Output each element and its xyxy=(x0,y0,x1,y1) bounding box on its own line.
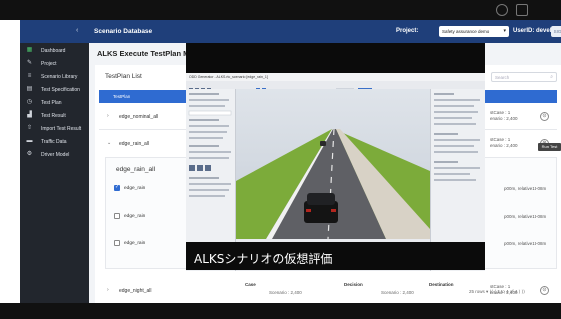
overlay-control-icon[interactable] xyxy=(516,4,528,16)
sidebar-item-label: Test Plan xyxy=(41,100,62,106)
video-caption: ALKSシナリオの仮想評価 xyxy=(194,252,333,266)
testcase-spec: p00m, relative1t-08m xyxy=(504,186,547,191)
sidebar-item-label: Test Specification xyxy=(41,87,80,93)
top-letterbox xyxy=(0,0,561,20)
testcase-checkbox[interactable]: ✓ xyxy=(114,184,120,191)
sidebar-item-test-plan[interactable]: ◷ Test Plan xyxy=(20,97,89,109)
testcase-checkbox[interactable] xyxy=(114,213,120,219)
run-icon[interactable]: ⊙ xyxy=(540,286,549,295)
expand-icon[interactable]: › xyxy=(107,287,109,293)
page-title: ALKS Execute TestPlan Ma xyxy=(97,49,194,58)
search-input[interactable]: Search ⌕ xyxy=(491,72,557,82)
pencil-icon: ✎ xyxy=(26,60,33,66)
dashboard-icon: ▦ xyxy=(26,47,33,53)
search-icon: ⌕ xyxy=(550,74,553,80)
sidebar-item-scenario-library[interactable]: ≡ Scenario Library xyxy=(20,71,89,83)
bar-chart-icon: ▟ xyxy=(27,112,32,118)
testplan-name: edge_night_all xyxy=(119,288,152,294)
sidebar-item-label: Project xyxy=(41,61,57,67)
simulator-title: ODD Generator - ALKS.rtc_scenario [edge_… xyxy=(186,73,485,81)
sidebar-item-label: Driver Model xyxy=(41,152,70,158)
clock-icon: ◷ xyxy=(26,99,33,105)
sign-out-button[interactable]: SIGN OUT xyxy=(551,26,561,37)
check-icon: ✓ xyxy=(115,184,120,190)
sidebar-item-project[interactable]: ✎ Project xyxy=(20,58,89,70)
testcase-spec: p00m, relative1t-08m xyxy=(504,241,547,246)
sidebar-item-label: Scenario Library xyxy=(41,74,78,80)
bottom-letterbox xyxy=(0,303,561,319)
run-test-tooltip: Run Test xyxy=(538,143,561,151)
testcase-label: edge_rain xyxy=(124,186,146,191)
collapse-sidebar-icon[interactable]: ‹ xyxy=(76,27,78,34)
sidebar-item-test-result[interactable]: ▟ Test Result xyxy=(20,110,89,122)
chevron-down-icon: ▾ xyxy=(503,28,506,34)
document-icon: ▤ xyxy=(26,86,33,92)
column-case-value: Scenario : 2,400 xyxy=(269,290,302,295)
road-scene xyxy=(236,89,430,240)
app-title: Scenario Database xyxy=(94,28,153,35)
run-icon[interactable]: ⊙ xyxy=(540,112,549,121)
search-placeholder: Search xyxy=(495,75,510,80)
gear-icon: ⚙ xyxy=(26,151,33,157)
detail-title: edge_rain_all xyxy=(116,166,156,173)
upload-icon: ⇧ xyxy=(26,125,33,131)
sidebar-item-label: Dashboard xyxy=(41,48,66,54)
sidebar-item-import-test-result[interactable]: ⇧ Import Test Result xyxy=(20,123,89,135)
card-title: TestPlan List xyxy=(105,73,142,80)
sidebar-item-label: Test Result xyxy=(41,113,66,119)
column-decision-value: Scenario : 2,400 xyxy=(381,290,414,295)
testcase-label: edge_rain xyxy=(124,214,146,219)
column-decision: Decision xyxy=(344,282,363,287)
screen: { "header": { "title": "Scenario Databas… xyxy=(0,0,561,319)
app-header: ‹ Scenario Database Project: Safety assu… xyxy=(20,20,561,43)
project-label: Project: xyxy=(396,28,419,34)
testcase-summary: stCase : 1 enario : 2,400 xyxy=(490,137,518,148)
sidebar-item-test-specification[interactable]: ▤ Test Specification xyxy=(20,84,89,96)
testcase-summary: stCase : 1 enario : 2,400 xyxy=(490,110,518,121)
simulation-3d-view[interactable] xyxy=(236,89,430,240)
simulator-toolbar xyxy=(186,81,485,92)
overlay-control-icon[interactable] xyxy=(496,4,508,16)
column-case: Case xyxy=(245,282,256,287)
column-destination: Destination xyxy=(429,282,454,287)
project-select-value: Safety assurance demo xyxy=(442,29,490,34)
video-overlay: ODD Generator - ALKS.rtc_scenario [edge_… xyxy=(186,43,485,271)
car-icon: ▬ xyxy=(26,138,33,144)
sidebar-item-label: Import Test Result xyxy=(41,126,82,132)
project-select[interactable]: Safety assurance demo ▾ xyxy=(439,26,509,37)
testcase-spec: p00m, relative1t-08m xyxy=(504,214,547,219)
sidebar: ▦ Dashboard ✎ Project ≡ Scenario Library… xyxy=(20,43,89,303)
subtitle-bar: ALKSシナリオの仮想評価 xyxy=(186,242,485,270)
list-icon: ≡ xyxy=(27,73,32,79)
sidebar-item-traffic-data[interactable]: ▬ Traffic Data xyxy=(20,136,89,148)
testcase-label: edge_rain xyxy=(124,241,146,246)
collapse-icon[interactable]: ⌄ xyxy=(107,140,111,146)
testplan-name: edge_rain_all xyxy=(119,141,150,147)
column-header-testplan: TestPlan xyxy=(113,94,131,99)
testplan-name: edge_nominal_all xyxy=(119,114,159,120)
testcase-checkbox[interactable] xyxy=(114,240,120,246)
sidebar-item-label: Traffic Data xyxy=(41,139,67,145)
sidebar-item-dashboard[interactable]: ▦ Dashboard xyxy=(20,45,89,57)
pagination[interactable]: 25 rows ▾ ⟨⟨ ⟨ 1 to 4 of 4 ⟩ ⟩⟩ xyxy=(469,289,525,295)
sidebar-item-driver-model[interactable]: ⚙ Driver Model xyxy=(20,149,89,161)
expand-icon[interactable]: › xyxy=(107,113,109,119)
